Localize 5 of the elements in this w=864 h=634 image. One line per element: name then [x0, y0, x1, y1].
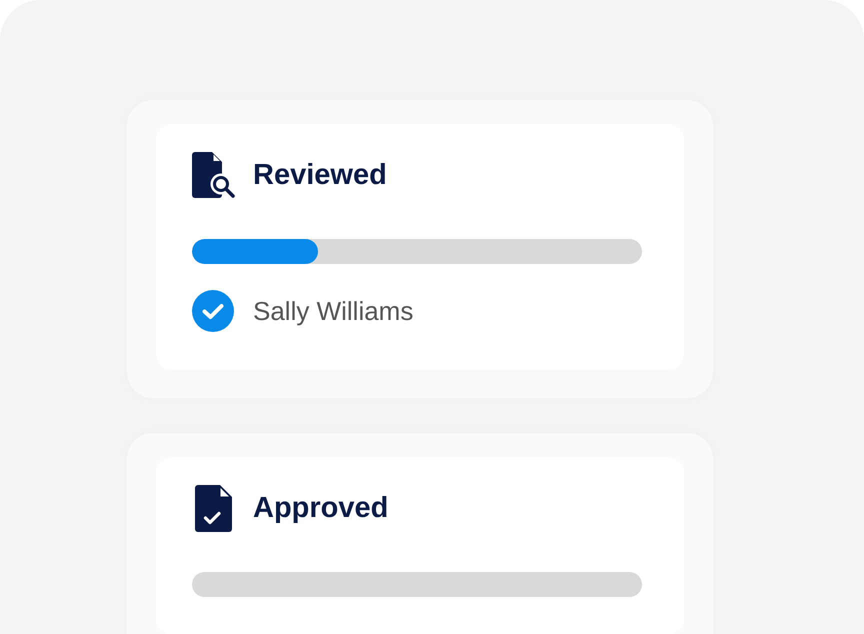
- assignee-name: Sally Williams: [253, 296, 414, 326]
- card-title: Approved: [253, 492, 388, 524]
- document-search-icon: [192, 152, 235, 198]
- card-title: Reviewed: [253, 158, 387, 192]
- document-check-icon: [195, 484, 232, 532]
